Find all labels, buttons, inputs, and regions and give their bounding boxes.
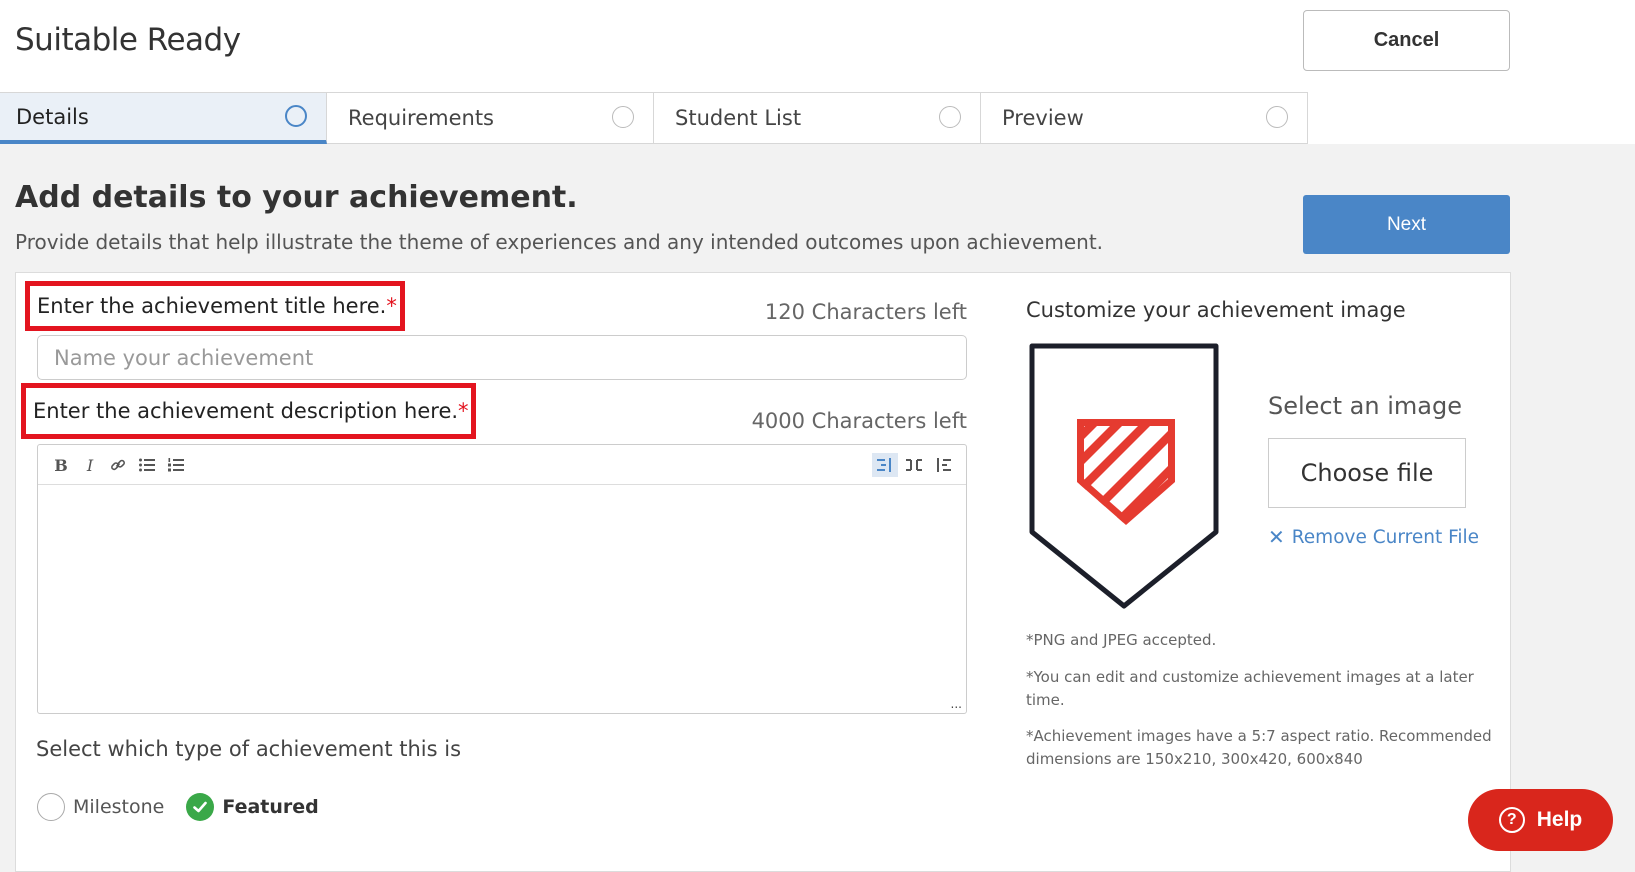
cancel-button[interactable]: Cancel <box>1303 10 1510 71</box>
choose-file-button[interactable]: Choose file <box>1268 438 1466 508</box>
milestone-label[interactable]: Milestone <box>73 796 164 818</box>
tab-student-list[interactable]: Student List <box>654 92 981 144</box>
image-note-aspect: *Achievement images have a 5:7 aspect ra… <box>1026 727 1492 768</box>
description-chars-left: 4000 Characters left <box>751 409 967 433</box>
tab-label: Preview <box>1002 106 1084 130</box>
tab-preview[interactable]: Preview <box>981 92 1308 144</box>
description-label: Enter the achievement description here. * <box>21 383 476 439</box>
tab-label: Student List <box>675 106 802 130</box>
wizard-tabs: Details Requirements Student List Previe… <box>0 92 1308 144</box>
tab-details[interactable]: Details <box>0 92 327 144</box>
help-button[interactable]: ? Help <box>1468 789 1613 851</box>
help-label: Help <box>1536 808 1583 831</box>
align-right-icon[interactable] <box>930 453 956 477</box>
tab-bar-spacer <box>1308 92 1635 144</box>
tab-requirements[interactable]: Requirements <box>327 92 654 144</box>
image-section-title: Customize your achievement image <box>1026 298 1406 322</box>
step-status-icon <box>939 106 961 128</box>
editor-resize-handle[interactable]: ... <box>951 697 962 711</box>
required-mark: * <box>458 399 469 423</box>
title-label-text: Enter the achievement title here. <box>37 294 387 318</box>
required-mark: * <box>386 294 397 318</box>
step-status-icon <box>612 106 634 128</box>
numbered-list-icon[interactable] <box>163 453 189 477</box>
remove-current-file-link[interactable]: ✕ Remove Current File <box>1268 525 1479 549</box>
editor-toolbar: B I <box>38 445 966 485</box>
achievement-type-radio-group: Milestone Featured <box>37 793 341 821</box>
align-center-icon[interactable] <box>901 453 927 477</box>
achievement-badge-image <box>1026 340 1226 616</box>
image-note-format: *PNG and JPEG accepted. <box>1026 631 1217 649</box>
bullet-list-icon[interactable] <box>134 453 160 477</box>
bold-icon[interactable]: B <box>48 453 74 477</box>
link-icon[interactable] <box>105 453 131 477</box>
question-icon: ? <box>1498 807 1525 833</box>
step-status-icon <box>285 105 307 127</box>
page-subheading: Provide details that help illustrate the… <box>15 230 1104 254</box>
tab-label: Requirements <box>348 106 494 130</box>
tab-label: Details <box>16 104 89 129</box>
title-label: Enter the achievement title here. * <box>25 281 405 331</box>
next-button[interactable]: Next <box>1303 195 1510 254</box>
achievement-title-input[interactable] <box>37 335 967 380</box>
step-status-icon <box>1266 106 1288 128</box>
featured-label[interactable]: Featured <box>222 796 318 818</box>
image-note-edit: *You can edit and customize achievement … <box>1026 668 1474 709</box>
title-chars-left: 120 Characters left <box>764 300 967 324</box>
app-title: Suitable Ready <box>15 22 241 58</box>
italic-icon[interactable]: I <box>77 453 103 477</box>
align-left-icon[interactable] <box>872 453 898 477</box>
remove-file-label: Remove Current File <box>1291 526 1480 548</box>
description-label-text: Enter the achievement description here. <box>33 399 459 423</box>
featured-radio-checked-icon[interactable] <box>186 793 215 821</box>
description-editor[interactable]: B I ... <box>37 444 967 714</box>
milestone-radio[interactable] <box>37 793 65 821</box>
select-image-label: Select an image <box>1268 392 1462 420</box>
page-heading: Add details to your achievement. <box>15 180 578 215</box>
close-icon: ✕ <box>1268 525 1285 549</box>
top-bar: Suitable Ready Cancel <box>0 0 1635 92</box>
achievement-type-label: Select which type of achievement this is <box>36 737 462 761</box>
